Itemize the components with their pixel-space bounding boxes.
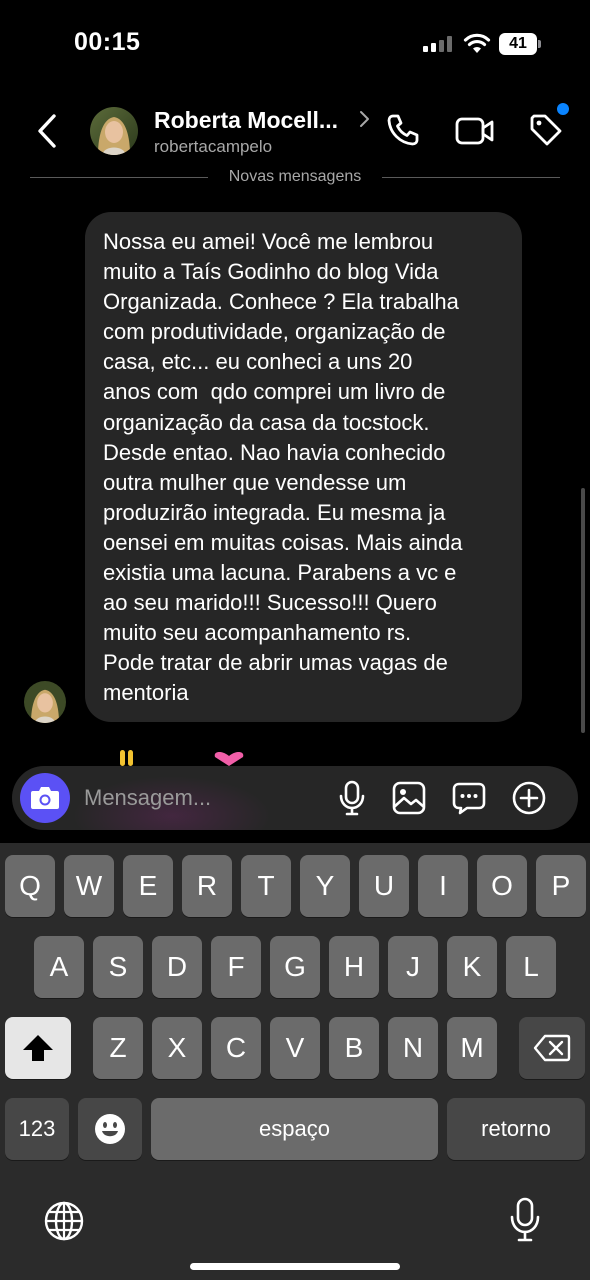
return-key[interactable]: retorno xyxy=(447,1098,585,1160)
home-indicator[interactable] xyxy=(190,1263,400,1270)
chevron-left-icon[interactable] xyxy=(34,113,60,149)
delete-key[interactable] xyxy=(519,1017,585,1079)
chevron-right-icon[interactable] xyxy=(357,109,371,129)
scrollbar[interactable] xyxy=(581,488,585,733)
key-c[interactable]: C xyxy=(211,1017,261,1079)
plus-circle-icon[interactable] xyxy=(511,780,547,816)
message-composer xyxy=(12,766,578,830)
status-time: 00:15 xyxy=(74,28,141,56)
emoji-key[interactable] xyxy=(78,1098,142,1160)
new-messages-divider: Novas mensagens xyxy=(30,168,560,188)
wifi-icon xyxy=(463,33,491,53)
raised-hands-emoji-icon xyxy=(120,750,133,766)
key-f[interactable]: F xyxy=(211,936,261,998)
key-m[interactable]: M xyxy=(447,1017,497,1079)
key-k[interactable]: K xyxy=(447,936,497,998)
emoji-icon xyxy=(95,1114,125,1144)
battery-tip xyxy=(538,40,541,48)
divider-line-right xyxy=(382,177,560,178)
phone-icon[interactable] xyxy=(385,112,421,148)
key-j[interactable]: J xyxy=(388,936,438,998)
dictation-microphone-icon[interactable] xyxy=(508,1197,542,1243)
video-camera-icon[interactable] xyxy=(455,115,495,147)
contact-name[interactable]: Roberta Mocell... xyxy=(154,107,338,134)
key-e[interactable]: E xyxy=(123,855,173,917)
avatar[interactable] xyxy=(90,107,138,155)
space-key[interactable]: espaço xyxy=(151,1098,438,1160)
cellular-signal-icon xyxy=(423,36,452,52)
key-o[interactable]: O xyxy=(477,855,527,917)
heart-emoji-icon xyxy=(214,752,244,766)
key-b[interactable]: B xyxy=(329,1017,379,1079)
key-s[interactable]: S xyxy=(93,936,143,998)
key-g[interactable]: G xyxy=(270,936,320,998)
key-z[interactable]: Z xyxy=(93,1017,143,1079)
key-r[interactable]: R xyxy=(182,855,232,917)
numbers-key[interactable]: 123 xyxy=(5,1098,69,1160)
key-v[interactable]: V xyxy=(270,1017,320,1079)
delete-icon xyxy=(533,1034,571,1062)
chat-header: Roberta Mocell... robertacampelo xyxy=(0,95,590,170)
divider-line-left xyxy=(30,177,208,178)
contact-username[interactable]: robertacampelo xyxy=(154,137,272,157)
key-u[interactable]: U xyxy=(359,855,409,917)
key-q[interactable]: Q xyxy=(5,855,55,917)
sticker-icon[interactable] xyxy=(451,780,487,816)
message-text: Nossa eu amei! Você me lembrou muito a T… xyxy=(103,229,463,706)
key-h[interactable]: H xyxy=(329,936,379,998)
key-t[interactable]: T xyxy=(241,855,291,917)
shift-icon xyxy=(23,1035,53,1061)
key-w[interactable]: W xyxy=(64,855,114,917)
status-bar: 00:15 41 xyxy=(0,0,590,90)
key-i[interactable]: I xyxy=(418,855,468,917)
new-messages-label: Novas mensagens xyxy=(228,168,362,185)
key-x[interactable]: X xyxy=(152,1017,202,1079)
key-y[interactable]: Y xyxy=(300,855,350,917)
message-input[interactable] xyxy=(84,783,314,813)
key-a[interactable]: A xyxy=(34,936,84,998)
microphone-icon[interactable] xyxy=(337,780,367,816)
image-icon[interactable] xyxy=(391,780,427,816)
keyboard: Q W E R T Y U I O P A S D F G H J K L Z … xyxy=(0,843,590,1280)
shift-key[interactable] xyxy=(5,1017,71,1079)
battery-indicator: 41 xyxy=(499,33,541,55)
battery-level: 41 xyxy=(499,33,537,55)
sender-avatar[interactable] xyxy=(24,681,66,723)
key-p[interactable]: P xyxy=(536,855,586,917)
key-d[interactable]: D xyxy=(152,936,202,998)
tag-icon[interactable] xyxy=(528,112,564,148)
key-n[interactable]: N xyxy=(388,1017,438,1079)
camera-icon xyxy=(31,787,59,809)
notification-dot xyxy=(557,103,569,115)
globe-icon[interactable] xyxy=(43,1200,85,1242)
camera-button[interactable] xyxy=(20,773,70,823)
key-l[interactable]: L xyxy=(506,936,556,998)
message-bubble[interactable]: Nossa eu amei! Você me lembrou muito a T… xyxy=(85,212,522,722)
